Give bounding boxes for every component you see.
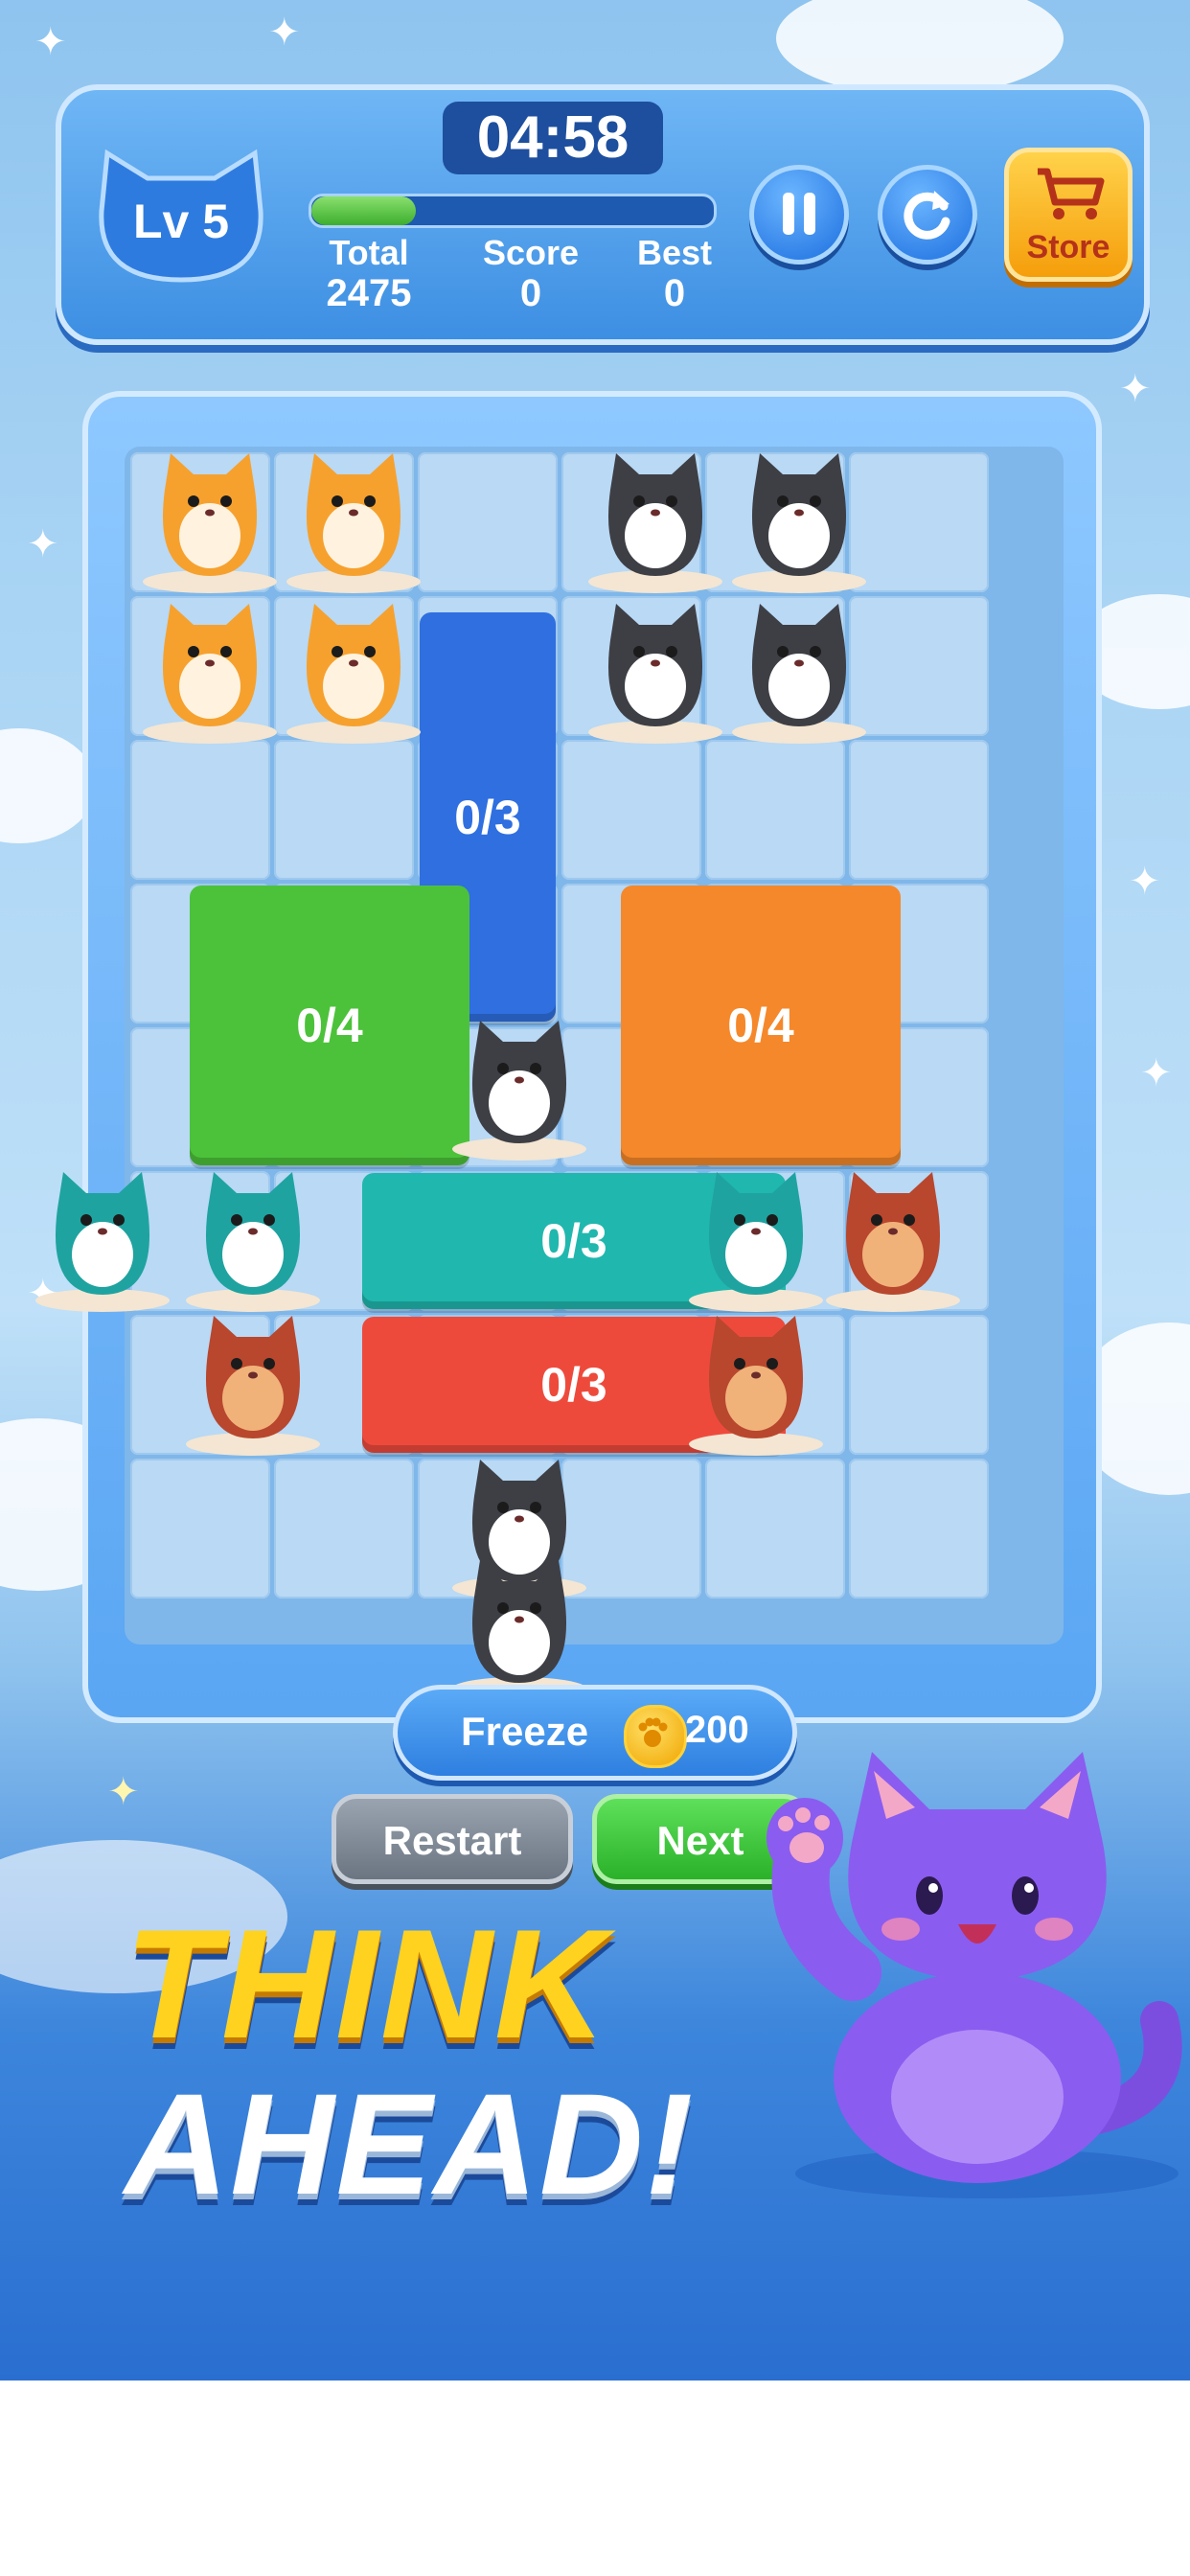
stat-best: Best 0 bbox=[612, 233, 737, 315]
purple-cat-mascot bbox=[767, 1752, 1182, 2198]
board-cell bbox=[274, 1459, 414, 1598]
stat-label: Best bbox=[636, 233, 713, 272]
orange-cat-piece[interactable] bbox=[282, 442, 425, 595]
pause-icon bbox=[783, 193, 815, 235]
board-cell bbox=[705, 740, 845, 880]
game-stage: ✦ ✦ ✦ ✦ ✦ ✦ ✦ ✦ Lv 5 04:58 Total 2475 Sc… bbox=[0, 0, 1190, 2380]
replay-button[interactable] bbox=[878, 165, 977, 264]
top-hud: Lv 5 04:58 Total 2475 Score 0 Best 0 Sto… bbox=[56, 84, 1150, 345]
store-label: Store bbox=[1026, 229, 1110, 265]
level-badge: Lv 5 bbox=[90, 144, 272, 288]
stat-value: 0 bbox=[519, 272, 542, 314]
brown-cat-piece[interactable] bbox=[181, 1304, 325, 1458]
sparkle-icon: ✦ bbox=[27, 522, 59, 566]
brown-cat-piece[interactable] bbox=[821, 1161, 965, 1314]
level-progress-fill bbox=[311, 196, 417, 225]
headline-line-2: AHEAD! bbox=[125, 2063, 696, 2224]
headline-line-1: THINK bbox=[125, 1898, 608, 2071]
sparkle-icon: ✦ bbox=[1129, 860, 1161, 904]
stat-label: Total bbox=[329, 233, 409, 272]
restart-button[interactable]: Restart bbox=[332, 1794, 573, 1884]
level-progress-bar bbox=[309, 194, 717, 228]
black-cat-piece[interactable] bbox=[584, 592, 727, 746]
orange-cat-piece[interactable] bbox=[138, 442, 282, 595]
freeze-label: Freeze bbox=[461, 1709, 589, 1754]
board-cell bbox=[130, 1459, 270, 1598]
black-cat-piece[interactable] bbox=[727, 592, 871, 746]
board-cell bbox=[705, 1459, 845, 1598]
board-cell bbox=[561, 740, 701, 880]
brown-cat-piece[interactable] bbox=[684, 1304, 828, 1458]
store-button[interactable]: Store bbox=[1004, 148, 1133, 282]
cloud bbox=[776, 0, 1064, 96]
board-cell bbox=[849, 740, 989, 880]
sparkle-icon: ✦ bbox=[268, 11, 301, 55]
black-cat-piece[interactable] bbox=[584, 442, 727, 595]
paw-coin-icon bbox=[624, 1705, 687, 1768]
cart-icon bbox=[1038, 168, 1105, 219]
teal-cat-piece[interactable] bbox=[31, 1161, 174, 1314]
teal-cat-piece[interactable] bbox=[684, 1161, 828, 1314]
board-cell bbox=[130, 740, 270, 880]
board-cell bbox=[849, 1459, 989, 1598]
stat-value: 0 bbox=[663, 272, 686, 314]
stat-score: Score 0 bbox=[469, 233, 593, 315]
pause-button[interactable] bbox=[749, 165, 849, 264]
level-label: Lv 5 bbox=[132, 195, 230, 248]
cloud bbox=[0, 728, 96, 843]
promo-headline: THINK AHEAD! bbox=[125, 1898, 738, 2224]
stat-total: Total 2475 bbox=[307, 233, 431, 315]
refresh-icon bbox=[904, 191, 950, 240]
board-cell bbox=[274, 740, 414, 880]
board-cell bbox=[849, 1315, 989, 1455]
teal-cat-piece[interactable] bbox=[181, 1161, 325, 1314]
black-cat-piece[interactable] bbox=[447, 1549, 591, 1702]
freeze-cost: 200 bbox=[685, 1709, 749, 1751]
sparkle-icon: ✦ bbox=[1119, 367, 1152, 411]
stat-value: 2475 bbox=[326, 272, 412, 314]
countdown-timer: 04:58 bbox=[443, 102, 663, 174]
black-cat-piece[interactable] bbox=[727, 442, 871, 595]
stat-label: Score bbox=[482, 233, 580, 272]
orange-cat-piece[interactable] bbox=[138, 592, 282, 746]
orange-cat-piece[interactable] bbox=[282, 592, 425, 746]
board-cell bbox=[418, 452, 558, 592]
orange-block[interactable]: 0/4 bbox=[621, 886, 901, 1165]
black-cat-piece[interactable] bbox=[447, 1009, 591, 1162]
freeze-button[interactable]: Freeze 200 bbox=[393, 1685, 797, 1781]
sparkle-icon: ✦ bbox=[34, 20, 67, 64]
green-block[interactable]: 0/4 bbox=[190, 886, 469, 1165]
sparkle-icon: ✦ bbox=[107, 1770, 140, 1814]
sparkle-icon: ✦ bbox=[1140, 1051, 1173, 1095]
